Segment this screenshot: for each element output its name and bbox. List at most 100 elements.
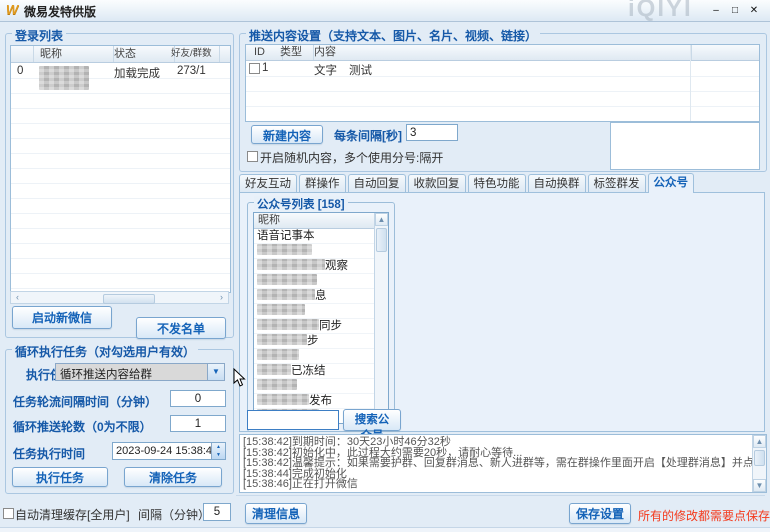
vscroll-thumb[interactable] [376, 228, 387, 252]
table-row[interactable] [11, 213, 230, 229]
table-row[interactable] [11, 243, 230, 259]
list-item[interactable]: 已冻结 [254, 364, 375, 379]
list-item[interactable]: 息 [254, 289, 375, 304]
table-row[interactable] [11, 108, 230, 124]
push-settings-title: 推送内容设置（支持文本、图片、名片、视频、链接） [246, 27, 540, 44]
official-accounts-list[interactable]: 昵称 语音记事本观察息同步步已冻结发布红 ▲ ▼ [253, 212, 389, 424]
login-row-index: 0 [17, 65, 23, 77]
list-item[interactable]: 同步 [254, 319, 375, 334]
auto-clean-checkbox[interactable] [3, 508, 14, 519]
start-new-wechat-button[interactable]: 启动新微信 [12, 306, 112, 329]
table-row[interactable] [11, 198, 230, 214]
login-row-friends-groups: 273/1 [177, 65, 206, 77]
clean-info-button[interactable]: 清理信息 [245, 503, 307, 524]
login-table[interactable]: 昵称 状态 好友/群数 0 加载完成 273/1 [10, 45, 231, 293]
list-item[interactable]: 步 [254, 334, 375, 349]
item-label: 同步 [319, 320, 342, 332]
log-lines: [15:38:42]到期时间：30天23小时46分32秒[15:38:42]初始… [243, 437, 752, 490]
title-bar: iQIYI W 微易发特供版 – □ ✕ [0, 0, 770, 22]
redacted-text [257, 349, 299, 360]
auto-clean-interval-input[interactable] [203, 503, 231, 521]
clear-task-button[interactable]: 清除任务 [124, 467, 222, 487]
maximize-icon[interactable]: □ [727, 4, 743, 18]
login-row-nickname-redacted [39, 66, 89, 90]
table-row[interactable] [11, 273, 230, 289]
app-window: iQIYI W 微易发特供版 – □ ✕ 登录列表 昵称 状态 好友/群数 0 … [0, 0, 770, 532]
execute-task-button[interactable]: 执行任务 [12, 467, 108, 487]
table-row[interactable] [246, 76, 759, 92]
table-row[interactable] [11, 183, 230, 199]
table-row[interactable] [11, 228, 230, 244]
redacted-text [257, 289, 315, 300]
redacted-text [257, 364, 291, 375]
task-select[interactable]: 循环推送内容给群 ▼ [55, 363, 225, 381]
login-table-hscrollbar[interactable]: ‹ › [10, 291, 229, 304]
item-label: 发布 [309, 395, 332, 407]
save-hint-text: 所有的修改都需要点保存 [638, 507, 770, 524]
table-row[interactable] [11, 123, 230, 139]
table-row[interactable] [11, 138, 230, 154]
tab-3[interactable]: 收款回复 [408, 174, 466, 193]
tab-1[interactable]: 群操作 [299, 174, 346, 193]
table-row[interactable] [11, 168, 230, 184]
login-table-header: 昵称 状态 好友/群数 [11, 46, 230, 63]
interval-input[interactable] [170, 390, 226, 407]
oa-search-button[interactable]: 搜索公众号 [343, 409, 401, 431]
push-row-type: 文字 [314, 62, 337, 78]
tab-0[interactable]: 好友互动 [239, 174, 297, 193]
gap-input[interactable] [406, 124, 458, 141]
scroll-down-icon[interactable]: ▼ [753, 479, 766, 492]
login-row-status: 加载完成 [114, 65, 160, 81]
scroll-up-icon[interactable]: ▲ [375, 213, 388, 226]
window-title: 微易发特供版 [24, 3, 96, 20]
scroll-up-icon[interactable]: ▲ [753, 435, 766, 448]
log-area[interactable]: [15:38:42]到期时间：30天23小时46分32秒[15:38:42]初始… [239, 434, 767, 493]
table-row[interactable] [11, 153, 230, 169]
content-preview-box[interactable] [610, 122, 760, 170]
new-content-button[interactable]: 新建内容 [251, 125, 323, 144]
oa-search-input[interactable] [247, 410, 339, 430]
minimize-icon[interactable]: – [708, 4, 724, 18]
auto-clean-interval-label: 间隔（分钟） [138, 506, 210, 523]
item-label: 语音记事本 [257, 230, 315, 242]
log-line: [15:38:42]温馨提示：如果需要护群、回复群消息、新人进群等，需在群操作里… [243, 458, 752, 469]
log-scrollbar[interactable]: ▲ ▼ [752, 435, 766, 492]
auto-clean-label: 自动清理缓存[全用户] [15, 506, 130, 523]
table-row[interactable] [246, 91, 759, 107]
vscroll-thumb[interactable] [754, 450, 765, 466]
scroll-right-icon[interactable]: › [215, 292, 228, 303]
list-item[interactable]: 观察 [254, 259, 375, 274]
tab-6[interactable]: 标签群发 [588, 174, 646, 193]
gap-label: 每条间隔[秒] [334, 127, 402, 144]
tab-5[interactable]: 自动换群 [528, 174, 586, 193]
list-item[interactable] [254, 274, 375, 289]
spinner-icon[interactable]: ▲▼ [211, 443, 225, 459]
no-send-list-button[interactable]: 不发名单 [136, 317, 226, 339]
push-content-table[interactable]: ID 类型 内容 1 文字 测试 [245, 44, 760, 122]
table-row[interactable] [11, 258, 230, 274]
table-row[interactable] [11, 93, 230, 109]
oa-list-scrollbar[interactable]: ▲ ▼ [374, 213, 388, 423]
chevron-down-icon[interactable]: ▼ [207, 364, 224, 380]
exec-time-value: 2023-09-24 15:38:41 [116, 445, 218, 457]
list-item[interactable] [254, 304, 375, 319]
oa-col-nickname: 昵称 [254, 213, 376, 228]
close-icon[interactable]: ✕ [746, 4, 762, 18]
redacted-text [257, 259, 325, 270]
tab-7[interactable]: 公众号 [648, 173, 695, 193]
list-item[interactable] [254, 244, 375, 259]
random-content-checkbox[interactable] [247, 151, 258, 162]
rounds-input[interactable] [170, 415, 226, 432]
list-item[interactable] [254, 379, 375, 394]
list-item[interactable]: 发布 [254, 394, 375, 409]
tab-2[interactable]: 自动回复 [348, 174, 406, 193]
tab-4[interactable]: 特色功能 [468, 174, 526, 193]
save-settings-button[interactable]: 保存设置 [569, 503, 631, 524]
scroll-left-icon[interactable]: ‹ [11, 292, 24, 303]
exec-time-picker[interactable]: 2023-09-24 15:38:41 ▲▼ [112, 442, 226, 460]
push-row-checkbox[interactable] [249, 63, 260, 74]
table-row[interactable] [246, 106, 759, 122]
hscroll-thumb[interactable] [103, 294, 155, 304]
list-item[interactable] [254, 349, 375, 364]
list-item[interactable]: 语音记事本 [254, 229, 375, 244]
